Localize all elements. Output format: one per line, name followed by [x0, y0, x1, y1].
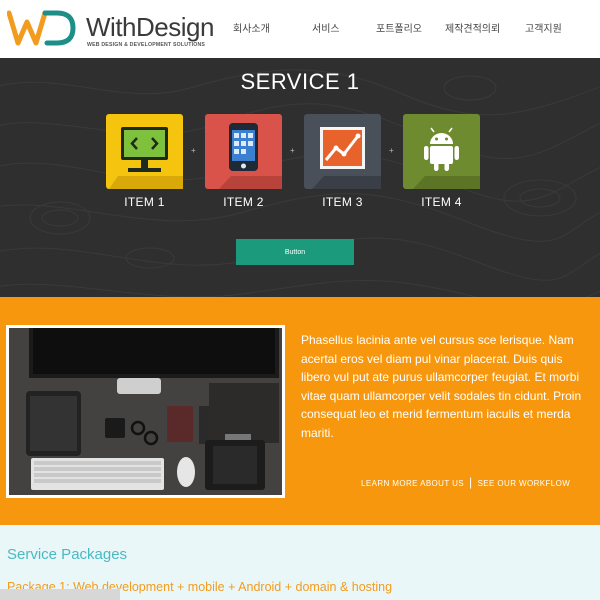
plus-separator: + [191, 146, 196, 155]
nav-item-company[interactable]: 회사소개 [233, 20, 270, 35]
see-workflow-link[interactable]: SEE OUR WORKFLOW [478, 479, 571, 488]
service-item-3[interactable] [304, 114, 381, 189]
service-item-2-label: ITEM 2 [223, 195, 264, 209]
plus-separator: + [290, 146, 295, 155]
horizontal-scrollbar[interactable] [0, 589, 120, 600]
desk-devices-image [9, 328, 282, 495]
nav-item-services[interactable]: 서비스 [312, 20, 340, 35]
service-item-1[interactable] [106, 114, 183, 189]
service-item-4-label: ITEM 4 [421, 195, 462, 209]
brand-tagline: WEB DESIGN & DEVELOPMENT SOLUTIONS [87, 42, 206, 48]
monitor-code-icon [109, 127, 183, 189]
service-item-1-label: ITEM 1 [124, 195, 165, 209]
packages-title: Service Packages [7, 546, 128, 563]
feature-paragraph: Phasellus lacinia ante vel cursus sce le… [301, 333, 582, 440]
link-separator: | [469, 475, 473, 489]
main-nav: 회사소개 서비스 포트폴리오 제작견적의뢰 고객지원 [0, 20, 600, 36]
plus-separator: + [389, 146, 394, 155]
nav-item-support[interactable]: 고객지원 [525, 20, 562, 35]
smartphone-icon [219, 123, 282, 189]
service-item-2[interactable] [205, 114, 282, 189]
nav-item-quote-request[interactable]: 제작견적의뢰 [445, 20, 500, 35]
service-section: SERVICE 1 + + + ITEM 1 ITEM 2 ITEM 3 ITE… [0, 58, 600, 297]
workspace-photo [6, 325, 285, 498]
android-icon [413, 127, 480, 189]
site-header: WithDesign WEB DESIGN & DEVELOPMENT SOLU… [0, 0, 600, 58]
service-button[interactable]: Button [236, 239, 354, 265]
nav-item-portfolio[interactable]: 포트폴리오 [376, 20, 422, 35]
service-item-4[interactable] [403, 114, 480, 189]
feature-section: Phasellus lacinia ante vel cursus sce le… [0, 297, 600, 525]
feature-links: LEARN MORE ABOUT US | SEE OUR WORKFLOW [361, 475, 570, 489]
service-item-3-label: ITEM 3 [322, 195, 363, 209]
service-title: SERVICE 1 [240, 69, 360, 94]
learn-more-link[interactable]: LEARN MORE ABOUT US [361, 479, 464, 488]
line-chart-icon [312, 127, 381, 189]
